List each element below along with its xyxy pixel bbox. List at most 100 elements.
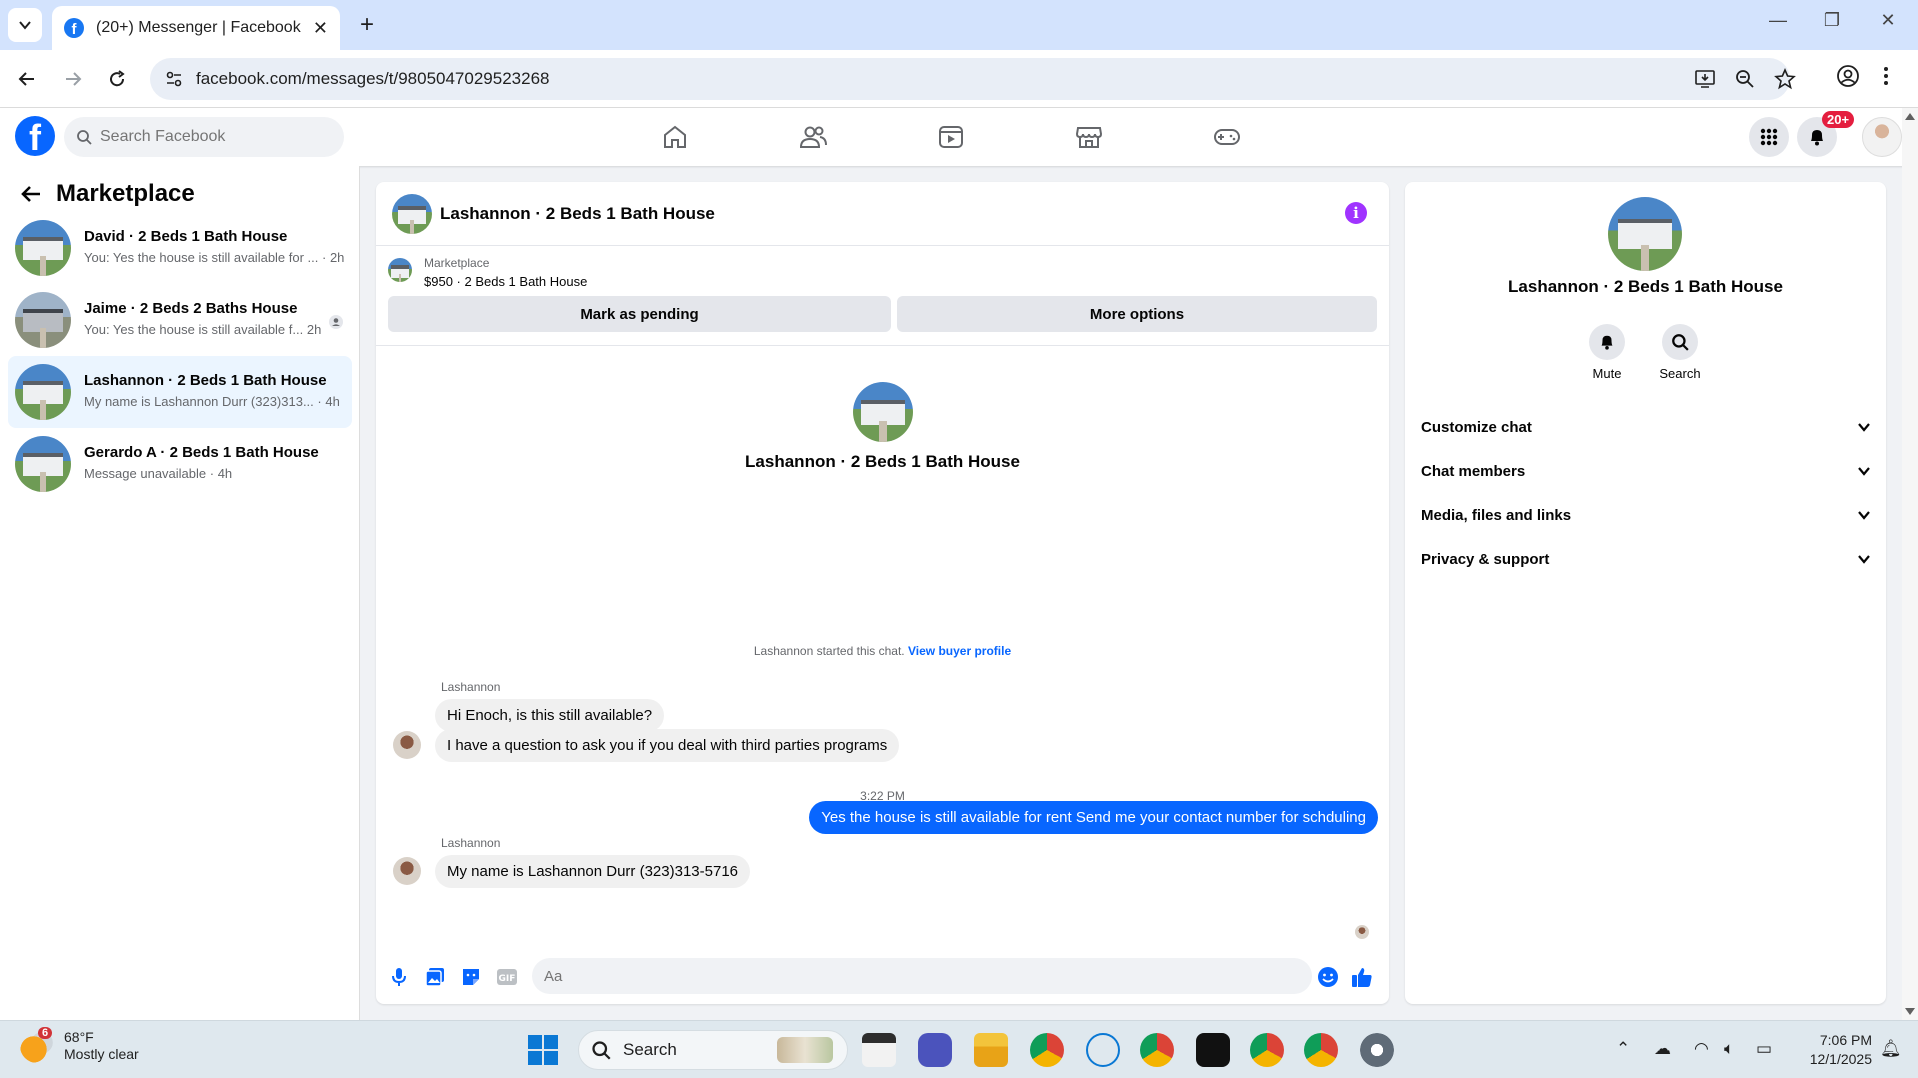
bell-icon <box>1811 130 1823 146</box>
facebook-search-input[interactable] <box>100 128 320 146</box>
reload-icon <box>110 70 125 87</box>
grid-menu-icon <box>1760 128 1778 146</box>
chat-avatar[interactable] <box>392 194 432 234</box>
install-app-icon[interactable] <box>1694 68 1716 90</box>
capcut-icon[interactable] <box>1196 1033 1230 1067</box>
listing-thumbnail[interactable] <box>388 258 412 282</box>
taskbar-search[interactable]: Search <box>578 1030 848 1070</box>
listing-bar: Marketplace $950 · 2 Beds 1 Bath House M… <box>376 246 1389 346</box>
notification-bell-icon[interactable]: 🔔︎ <box>1880 1039 1902 1059</box>
incoming-message: I have a question to ask you if you deal… <box>435 729 900 762</box>
weather-badge: 6 <box>38 1027 53 1039</box>
account-avatar[interactable] <box>1862 117 1902 157</box>
close-tab-icon[interactable]: ✕ <box>313 18 328 39</box>
photo-icon[interactable] <box>424 966 446 988</box>
info-avatar[interactable] <box>1608 197 1682 271</box>
home-icon[interactable] <box>660 122 690 152</box>
task-view-icon[interactable] <box>862 1033 896 1067</box>
windows-start-icon[interactable] <box>528 1035 558 1065</box>
file-explorer-icon[interactable] <box>974 1033 1008 1067</box>
system-clock[interactable]: 7:06 PM 12/1/2025 <box>1792 1031 1872 1069</box>
kebab-menu-icon[interactable] <box>1882 64 1890 88</box>
conversation-item-active[interactable]: Lashannon · 2 Beds 1 Bath House My name … <box>8 356 352 428</box>
mute-action[interactable]: Mute <box>1577 324 1637 381</box>
customize-chat-section[interactable]: Customize chat <box>1421 405 1871 449</box>
info-icon[interactable]: i <box>1345 202 1367 224</box>
bookmark-star-icon[interactable] <box>1774 68 1796 90</box>
browser-tab[interactable]: f (20+) Messenger | Facebook ✕ <box>52 6 340 50</box>
more-options-button[interactable]: More options <box>897 296 1377 332</box>
weather-condition: Mostly clear <box>64 1046 139 1062</box>
clock-time: 7:06 PM <box>1819 1032 1872 1048</box>
media-files-links-section[interactable]: Media, files and links <box>1421 493 1871 537</box>
profile-icon[interactable] <box>1836 64 1860 88</box>
mute-label: Mute <box>1592 366 1622 381</box>
conversation-item[interactable]: Jaime · 2 Beds 2 Baths House You: Yes th… <box>8 284 352 356</box>
chat-header: Lashannon · 2 Beds 1 Bath House i <box>376 182 1389 246</box>
message-composer: GIF <box>376 952 1389 1004</box>
conversation-name: Lashannon · 2 Beds 1 Bath House <box>84 372 327 389</box>
forward-button[interactable] <box>58 64 88 94</box>
minimize-icon[interactable]: — <box>1758 10 1798 31</box>
settings-gear-icon[interactable] <box>1360 1033 1394 1067</box>
weather-widget[interactable]: 6 68°F Mostly clear <box>20 1027 139 1063</box>
battery-icon[interactable]: ▭ <box>1756 1039 1772 1059</box>
microphone-icon[interactable] <box>388 966 410 988</box>
chat-started-note: Lashannon started this chat. View buyer … <box>376 644 1389 658</box>
emoji-icon[interactable] <box>1317 966 1339 988</box>
site-settings-icon[interactable] <box>164 69 184 89</box>
chrome-icon[interactable] <box>1030 1033 1064 1067</box>
chrome-profile-icon[interactable] <box>1140 1033 1174 1067</box>
menu-button[interactable] <box>1749 117 1789 157</box>
video-icon[interactable] <box>936 122 966 152</box>
sender-avatar[interactable] <box>393 857 421 885</box>
back-arrow-icon[interactable] <box>20 183 42 205</box>
wifi-icon[interactable]: ◠ <box>1694 1039 1709 1059</box>
gaming-icon[interactable] <box>1212 122 1242 152</box>
chrome-profile-icon[interactable] <box>1304 1033 1338 1067</box>
mark-as-pending-button[interactable]: Mark as pending <box>388 296 891 332</box>
snipping-tool-icon[interactable] <box>1086 1033 1120 1067</box>
view-buyer-profile-link[interactable]: View buyer profile <box>908 644 1011 658</box>
friends-icon[interactable] <box>798 122 828 152</box>
chat-center-avatar <box>853 382 913 442</box>
listing-price[interactable]: $950 · 2 Beds 1 Bath House <box>424 274 587 289</box>
back-button[interactable] <box>12 64 42 94</box>
tab-search-button[interactable] <box>8 8 42 42</box>
chrome-profile-icon[interactable] <box>1250 1033 1284 1067</box>
scroll-up-icon[interactable] <box>1905 112 1915 120</box>
listing-label: Marketplace <box>424 256 490 270</box>
scroll-down-icon[interactable] <box>1905 1008 1915 1016</box>
address-bar[interactable]: facebook.com/messages/t/9805047029523268 <box>150 58 1796 100</box>
show-hidden-icons-icon[interactable]: ⌃ <box>1616 1039 1630 1059</box>
close-window-icon[interactable]: ✕ <box>1868 10 1908 31</box>
chat-title[interactable]: Lashannon · 2 Beds 1 Bath House <box>440 204 715 224</box>
restore-icon[interactable]: ❐ <box>1812 10 1852 31</box>
search-action[interactable]: Search <box>1650 324 1710 381</box>
weather-temp: 68°F <box>64 1029 94 1045</box>
conversation-item[interactable]: Gerardo A · 2 Beds 1 Bath House Message … <box>8 428 352 500</box>
teams-icon[interactable] <box>918 1033 952 1067</box>
marketplace-icon[interactable] <box>1074 122 1104 152</box>
weather-icon: 6 <box>20 1027 54 1063</box>
privacy-support-section[interactable]: Privacy & support <box>1421 537 1871 581</box>
new-tab-button[interactable]: + <box>352 10 382 40</box>
cloud-off-icon[interactable]: ☁ <box>1654 1039 1671 1059</box>
conversation-item[interactable]: David · 2 Beds 1 Bath House You: Yes the… <box>8 212 352 284</box>
facebook-search[interactable] <box>64 117 344 157</box>
like-thumb-icon[interactable] <box>1351 966 1373 988</box>
volume-icon[interactable]: 🔈︎ <box>1724 1039 1734 1059</box>
message-input[interactable] <box>532 958 1312 994</box>
conversation-snippet: You: Yes the house is still available fo… <box>84 250 345 265</box>
gif-icon[interactable]: GIF <box>496 966 518 988</box>
sticker-icon[interactable] <box>460 966 482 988</box>
chat-members-section[interactable]: Chat members <box>1421 449 1871 493</box>
conversation-name: Jaime · 2 Beds 2 Baths House <box>84 300 298 317</box>
chat-center-name: Lashannon · 2 Beds 1 Bath House <box>745 452 1020 471</box>
sender-avatar[interactable] <box>393 731 421 759</box>
facebook-favicon-icon: f <box>64 18 84 38</box>
zoom-icon[interactable] <box>1734 68 1756 90</box>
reload-button[interactable] <box>102 64 132 94</box>
page-scrollbar[interactable] <box>1902 108 1918 1020</box>
facebook-logo-icon[interactable]: f <box>15 116 55 156</box>
